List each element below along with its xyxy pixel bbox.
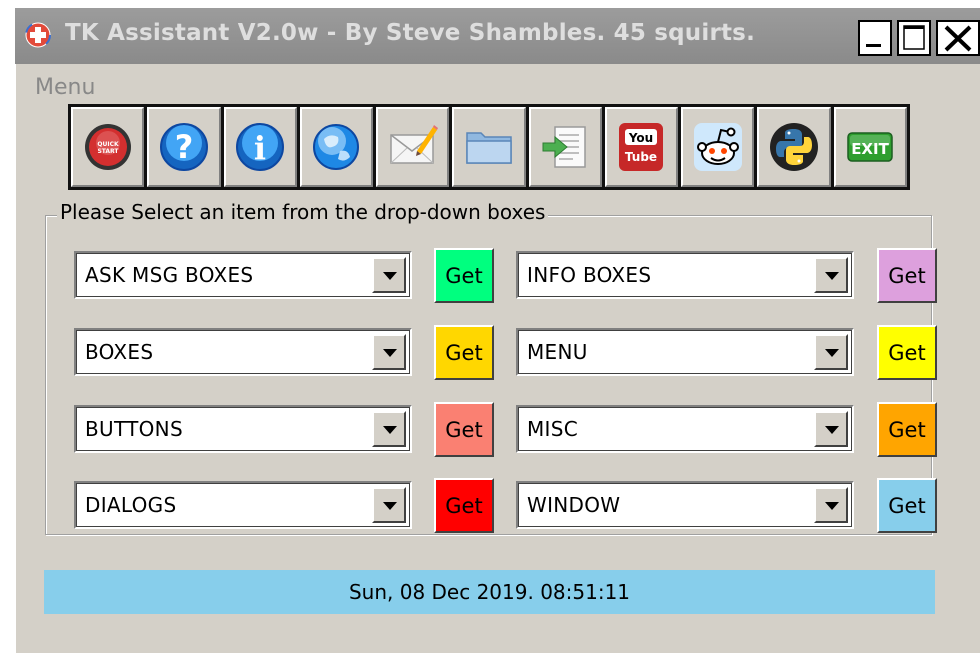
group-label: Please Select an item from the drop-down… bbox=[57, 200, 549, 224]
svg-text:START: START bbox=[97, 148, 119, 155]
quick-start-button[interactable]: QUICK START bbox=[71, 107, 145, 187]
combo-dialogs[interactable]: DIALOGS bbox=[74, 481, 412, 529]
python-button[interactable] bbox=[757, 107, 831, 187]
menu-bar-item[interactable]: Menu bbox=[35, 75, 95, 100]
status-bar: Sun, 08 Dec 2019. 08:51:11 bbox=[44, 570, 935, 614]
combo-buttons[interactable]: BUTTONS bbox=[74, 405, 412, 453]
close-button[interactable] bbox=[936, 20, 980, 56]
combo-value: MENU bbox=[527, 340, 588, 364]
combo-ask-msg-boxes[interactable]: ASK MSG BOXES bbox=[74, 251, 412, 299]
quick-start-icon: QUICK START bbox=[84, 124, 131, 170]
get-button-misc[interactable]: Get bbox=[877, 402, 937, 457]
youtube-icon: You Tube bbox=[619, 123, 664, 171]
youtube-you-text: You bbox=[628, 131, 653, 145]
web-button[interactable] bbox=[299, 107, 374, 187]
combo-boxes[interactable]: BOXES bbox=[74, 328, 412, 376]
python-icon bbox=[770, 123, 819, 171]
youtube-button[interactable]: You Tube bbox=[604, 107, 679, 187]
dropdown-arrow-icon[interactable] bbox=[814, 411, 848, 447]
get-button-boxes[interactable]: Get bbox=[434, 325, 494, 380]
document-arrow-icon bbox=[542, 126, 586, 168]
combo-value: INFO BOXES bbox=[527, 263, 652, 287]
combo-info-boxes[interactable]: INFO BOXES bbox=[516, 251, 854, 299]
combo-window[interactable]: WINDOW bbox=[516, 481, 854, 529]
globe-icon bbox=[313, 124, 360, 170]
combo-value: BOXES bbox=[85, 340, 154, 364]
info-icon: i bbox=[236, 123, 285, 171]
combo-value: BUTTONS bbox=[85, 417, 183, 441]
combo-menu[interactable]: MENU bbox=[516, 328, 854, 376]
svg-text:QUICK: QUICK bbox=[97, 141, 119, 148]
get-button-info-boxes[interactable]: Get bbox=[877, 248, 937, 303]
dropdown-arrow-icon[interactable] bbox=[372, 487, 406, 523]
combo-misc[interactable]: MISC bbox=[516, 405, 854, 453]
dropdown-arrow-icon[interactable] bbox=[372, 257, 406, 293]
get-button-ask-msg-boxes[interactable]: Get bbox=[434, 248, 494, 303]
window-title: TK Assistant V2.0w - By Steve Shambles. … bbox=[65, 20, 756, 46]
get-button-window[interactable]: Get bbox=[877, 478, 937, 533]
minimize-icon bbox=[866, 44, 881, 47]
folder-button[interactable] bbox=[452, 107, 526, 187]
svg-text:?: ? bbox=[175, 128, 194, 166]
toolbar: QUICK START ? i You Tube EXIT bbox=[68, 104, 910, 190]
question-icon: ? bbox=[159, 123, 208, 171]
dropdown-arrow-icon[interactable] bbox=[814, 257, 848, 293]
dropdown-arrow-icon[interactable] bbox=[372, 334, 406, 370]
get-button-dialogs[interactable]: Get bbox=[434, 478, 494, 533]
exit-icon: EXIT bbox=[847, 132, 894, 162]
youtube-tube-text: Tube bbox=[625, 150, 657, 164]
svg-text:i: i bbox=[254, 129, 266, 167]
get-button-buttons[interactable]: Get bbox=[434, 402, 494, 457]
envelope-pencil-icon bbox=[389, 125, 438, 164]
close-icon bbox=[944, 25, 972, 52]
combo-value: DIALOGS bbox=[85, 493, 177, 517]
dropdown-arrow-icon[interactable] bbox=[814, 487, 848, 523]
email-button[interactable] bbox=[376, 107, 450, 187]
export-button[interactable] bbox=[528, 107, 602, 187]
status-datetime: Sun, 08 Dec 2019. 08:51:11 bbox=[348, 580, 631, 604]
exit-text: EXIT bbox=[851, 140, 889, 158]
reddit-icon bbox=[693, 123, 742, 171]
combo-value: WINDOW bbox=[527, 493, 621, 517]
combo-value: ASK MSG BOXES bbox=[85, 263, 254, 287]
maximize-icon bbox=[903, 25, 925, 50]
exit-button[interactable]: EXIT bbox=[833, 107, 907, 187]
reddit-button[interactable] bbox=[681, 107, 755, 187]
info-button[interactable]: i bbox=[223, 107, 297, 187]
get-button-menu[interactable]: Get bbox=[877, 325, 937, 380]
help-button[interactable]: ? bbox=[147, 107, 221, 187]
maximize-button[interactable] bbox=[897, 20, 931, 56]
minimize-button[interactable] bbox=[858, 20, 892, 56]
title-bar[interactable]: TK Assistant V2.0w - By Steve Shambles. … bbox=[15, 8, 980, 64]
dropdown-arrow-icon[interactable] bbox=[372, 411, 406, 447]
app-plus-icon bbox=[25, 22, 51, 48]
folder-icon bbox=[466, 132, 512, 164]
dropdown-arrow-icon[interactable] bbox=[814, 334, 848, 370]
combo-value: MISC bbox=[527, 417, 579, 441]
